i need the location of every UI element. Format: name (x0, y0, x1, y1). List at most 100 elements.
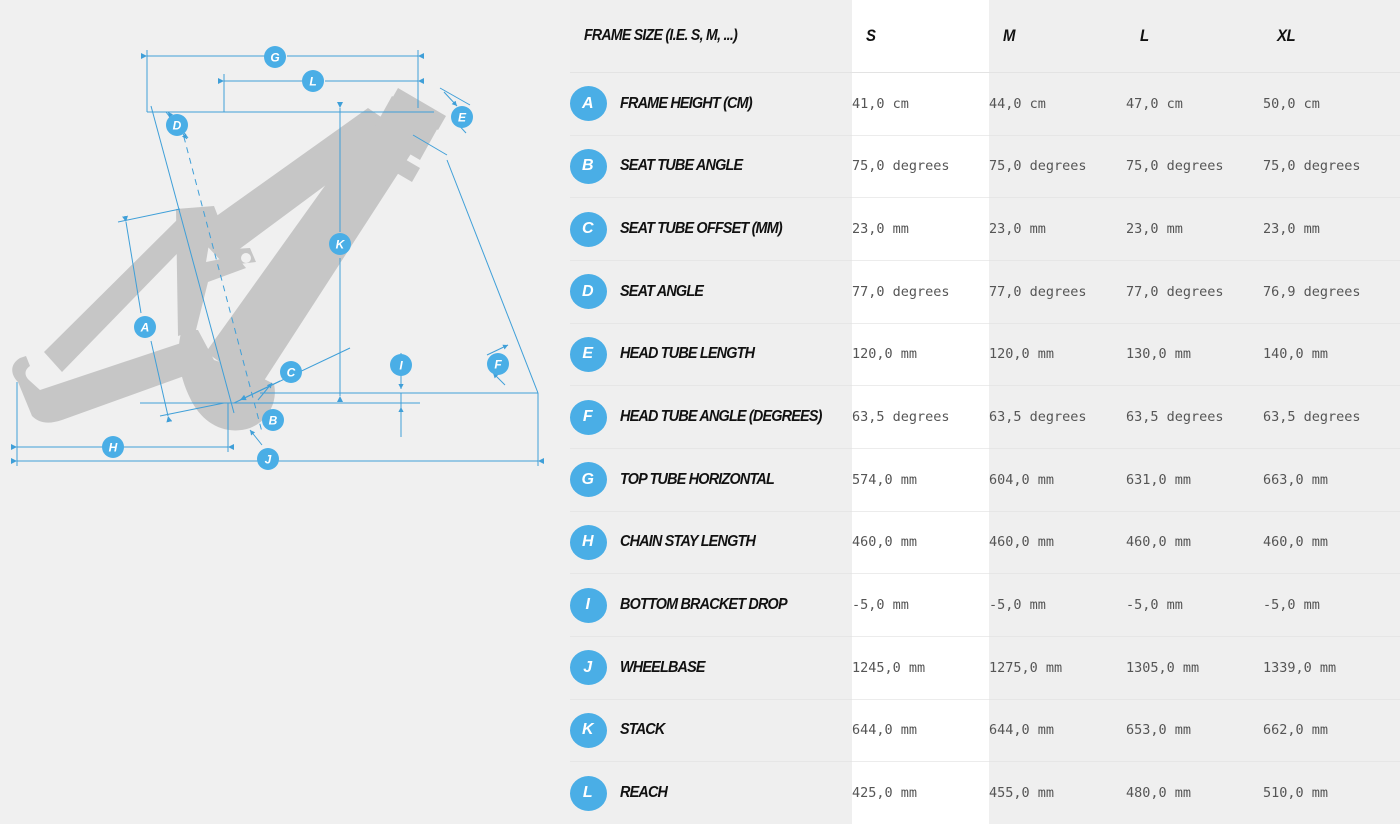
row-label-cell: F HEAD TUBE ANGLE (DEGREES) (570, 385, 852, 449)
cell-value: -5,0 mm (852, 573, 989, 637)
marker-letter: J (265, 453, 272, 467)
cell-value: 574,0 mm (852, 447, 989, 512)
cell-value: 63,5 degrees (1263, 385, 1400, 449)
cell-value: -5,0 mm (1126, 573, 1263, 637)
row-title: WHEELBASE (620, 658, 706, 676)
cell-value: 460,0 mm (989, 510, 1126, 574)
ext-A-top (117, 208, 181, 223)
cell-value: 662,0 mm (1263, 698, 1400, 762)
row-title: SEAT TUBE ANGLE (620, 157, 743, 175)
diagram-marker-a: A (134, 316, 156, 338)
row-badge-d: D (570, 274, 607, 310)
row-title: CHAIN STAY LENGTH (620, 533, 756, 551)
row-title: HEAD TUBE LENGTH (620, 345, 755, 363)
cell-value: 460,0 mm (1126, 510, 1263, 574)
cell-value: 631,0 mm (1126, 447, 1263, 512)
row-label-cell: L REACH (570, 761, 852, 824)
diagram-marker-k: K (329, 233, 351, 255)
header-size-s[interactable]: S (852, 0, 989, 73)
diagram-marker-h: H (102, 436, 124, 458)
cell-value: 460,0 mm (1263, 510, 1400, 574)
row-badge-g: G (570, 462, 607, 498)
cell-value: 23,0 mm (989, 197, 1126, 261)
row-label-cell: H CHAIN STAY LENGTH (570, 510, 852, 574)
marker-letter: A (140, 321, 150, 335)
frame-diagram-svg: A B C D E F G H I J K L (11, 46, 544, 470)
cell-value: 75,0 degrees (1126, 134, 1263, 198)
table-head: FRAME SIZE (I.E. S, M, ...) S M L XL (570, 0, 1400, 73)
row-badge-c: C (570, 211, 607, 247)
row-label-cell: E HEAD TUBE LENGTH (570, 322, 852, 386)
cell-value: 604,0 mm (989, 447, 1126, 512)
marker-letter: E (458, 111, 467, 125)
geometry-table-panel: FRAME SIZE (I.E. S, M, ...) S M L XL A F… (570, 0, 1400, 824)
row-title: FRAME HEIGHT (CM) (620, 94, 753, 112)
row-badge-f: F (570, 399, 607, 435)
diagram-marker-g: G (264, 46, 286, 68)
diagram-marker-d: D (166, 114, 188, 136)
cell-value: 455,0 mm (989, 761, 1126, 824)
row-title: TOP TUBE HORIZONTAL (620, 470, 775, 488)
cell-value: 63,5 degrees (989, 385, 1126, 449)
cell-value: 425,0 mm (852, 761, 989, 824)
diagram-marker-c: C (280, 361, 302, 383)
row-title: HEAD TUBE ANGLE (DEGREES) (620, 408, 822, 426)
cell-value: 23,0 mm (1126, 197, 1263, 261)
ext-E-top (439, 87, 471, 106)
table-row: I BOTTOM BRACKET DROP -5,0 mm -5,0 mm -5,0 m… (570, 573, 1400, 637)
header-size-l[interactable]: L (1126, 0, 1263, 73)
diagram-marker-e: E (451, 106, 473, 128)
geometry-table: FRAME SIZE (I.E. S, M, ...) S M L XL A F… (570, 0, 1400, 824)
marker-letter: B (269, 414, 278, 428)
cell-value: 63,5 degrees (1126, 385, 1263, 449)
cell-value: 63,5 degrees (852, 385, 989, 449)
cell-value: 663,0 mm (1263, 447, 1400, 512)
row-badge-b: B (570, 148, 607, 184)
cell-value: 644,0 mm (852, 698, 989, 762)
table-row: A FRAME HEIGHT (CM) 41,0 cm 44,0 cm 47,0 cm 5… (570, 72, 1400, 136)
header-size-m[interactable]: M (989, 0, 1126, 73)
row-title: REACH (620, 784, 668, 802)
cell-value: 120,0 mm (989, 322, 1126, 386)
header-size-s-text: S (866, 26, 876, 45)
cell-value: 480,0 mm (1126, 761, 1263, 824)
row-label-cell: I BOTTOM BRACKET DROP (570, 573, 852, 637)
table-row: H CHAIN STAY LENGTH 460,0 mm 460,0 mm 460,0 … (570, 510, 1400, 574)
header-size-xl[interactable]: XL (1263, 0, 1400, 73)
row-label-cell: D SEAT ANGLE (570, 259, 852, 324)
table-body: A FRAME HEIGHT (CM) 41,0 cm 44,0 cm 47,0 cm 5… (570, 72, 1400, 824)
cell-value: 510,0 mm (1263, 761, 1400, 824)
row-badge-l: L (570, 775, 607, 811)
marker-letter: K (336, 238, 346, 252)
marker-letter: H (109, 441, 118, 455)
marker-letter: G (270, 51, 279, 65)
cell-value: 76,9 degrees (1263, 259, 1400, 324)
cell-value: 1339,0 mm (1263, 635, 1400, 700)
row-badge-i: I (570, 587, 607, 623)
row-title: BOTTOM BRACKET DROP (620, 596, 788, 614)
diagram-marker-f: F (487, 353, 509, 375)
cell-value: 77,0 degrees (1126, 259, 1263, 324)
diagram-marker-i: I (390, 354, 412, 376)
table-row: D SEAT ANGLE 77,0 degrees 77,0 degrees 77,0 … (570, 259, 1400, 324)
row-label-cell: J WHEELBASE (570, 635, 852, 700)
cell-value: 41,0 cm (852, 72, 989, 136)
table-row: L REACH 425,0 mm 455,0 mm 480,0 mm 510,0 mm (570, 761, 1400, 824)
cell-value: 23,0 mm (1263, 197, 1400, 261)
marker-letter: F (494, 358, 502, 372)
cell-value: 77,0 degrees (852, 259, 989, 324)
cell-value: 47,0 cm (1126, 72, 1263, 136)
cell-value: 75,0 degrees (1263, 134, 1400, 198)
cell-value: 140,0 mm (1263, 322, 1400, 386)
table-row: C SEAT TUBE OFFSET (MM) 23,0 mm 23,0 mm 23,0… (570, 197, 1400, 261)
diagram-marker-b: B (262, 409, 284, 431)
cell-value: 1305,0 mm (1126, 635, 1263, 700)
table-row: K STACK 644,0 mm 644,0 mm 653,0 mm 662,0 mm (570, 698, 1400, 762)
table-row: J WHEELBASE 1245,0 mm 1275,0 mm 1305,0 mm 133… (570, 635, 1400, 700)
cell-value: 130,0 mm (1126, 322, 1263, 386)
row-badge-e: E (570, 336, 607, 372)
dim-B-b (249, 429, 263, 446)
row-title: SEAT TUBE OFFSET (MM) (620, 220, 783, 238)
frame-silhouette (12, 88, 446, 431)
table-row: G TOP TUBE HORIZONTAL 574,0 mm 604,0 mm 631,… (570, 447, 1400, 512)
